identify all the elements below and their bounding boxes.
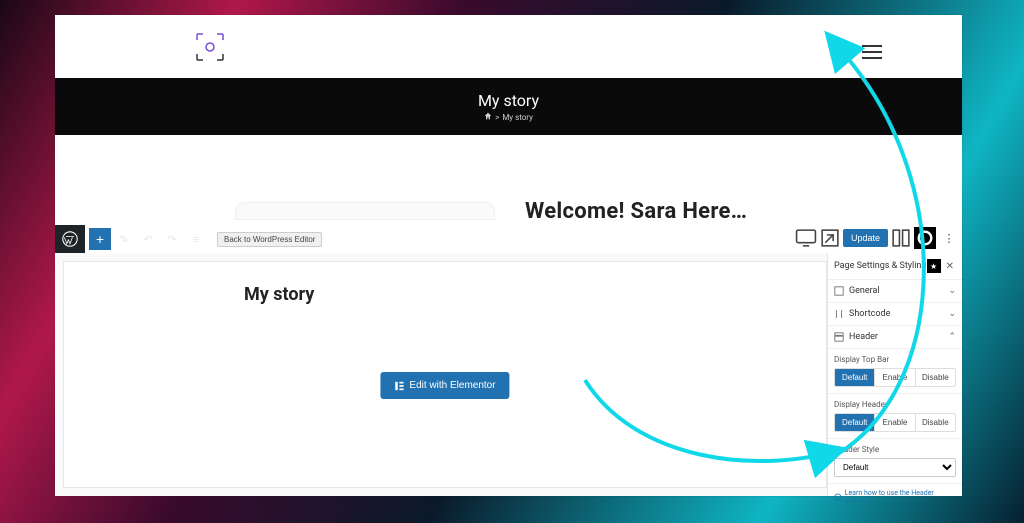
wordpress-logo-icon[interactable]	[59, 228, 81, 250]
sidebar-item-label: Shortcode	[849, 309, 890, 319]
back-to-wp-button[interactable]: Back to WordPress Editor	[217, 232, 322, 247]
undo-icon[interactable]: ↶	[137, 228, 159, 250]
chevron-down-icon: ⌄	[948, 286, 956, 296]
learn-link-label: Learn how to use the Header settings	[845, 489, 956, 505]
breadcrumb-sep: >	[495, 113, 499, 122]
editor-canvas[interactable]: My story Edit with Elementor	[63, 261, 827, 488]
editor-page-title[interactable]: My story	[244, 284, 314, 305]
editor-body: My story Edit with Elementor Page Settin…	[55, 253, 962, 496]
option-enable[interactable]: Enable	[875, 369, 915, 386]
content-block-placeholder	[235, 202, 495, 220]
more-options-icon[interactable]: ⋮	[938, 227, 960, 249]
display-header-toggle: Default Enable Disable	[834, 413, 956, 432]
editor-toolbar: + ✎ ↶ ↷ ≡ Back to WordPress Editor Updat…	[55, 225, 962, 253]
display-top-bar-toggle: Default Enable Disable	[834, 368, 956, 387]
welcome-heading: Welcome! Sara Here…	[525, 199, 747, 224]
option-disable[interactable]: Disable	[916, 369, 955, 386]
sidebar-item-label: Header	[849, 332, 878, 342]
sidebar-title: Page Settings & Styling	[834, 261, 926, 271]
chevron-down-icon: ⌄	[948, 309, 956, 319]
field-label: Display Header	[834, 400, 956, 409]
option-enable[interactable]: Enable	[875, 414, 915, 431]
star-icon[interactable]: ★	[927, 259, 941, 273]
site-logo	[195, 32, 225, 62]
app-frame: My story > My story Welcome! Sara Here… …	[55, 15, 962, 496]
list-view-icon[interactable]: ≡	[185, 228, 207, 250]
welcome-region: Welcome! Sara Here…	[55, 135, 962, 220]
close-icon[interactable]: ✕	[944, 261, 956, 272]
settings-panel-icon[interactable]	[890, 227, 912, 249]
redo-icon[interactable]: ↷	[161, 228, 183, 250]
chevron-up-icon: ⌃	[948, 332, 956, 342]
header-style-section: Header Style Default	[828, 439, 962, 484]
settings-sidebar: Page Settings & Styling ★ ✕ General ⌄ Sh…	[827, 253, 962, 496]
wp-editor: + ✎ ↶ ↷ ≡ Back to WordPress Editor Updat…	[55, 225, 962, 496]
sidebar-header: Page Settings & Styling ★ ✕	[828, 253, 962, 280]
field-label: Display Top Bar	[834, 355, 956, 364]
sidebar-item-label: General	[849, 286, 880, 296]
sidebar-item-shortcode[interactable]: Shortcode ⌄	[828, 303, 962, 326]
sidebar-item-header[interactable]: Header ⌃	[828, 326, 962, 349]
edit-icon[interactable]: ✎	[113, 228, 135, 250]
edit-with-elementor-button[interactable]: Edit with Elementor	[380, 372, 509, 399]
elementor-button-label: Edit with Elementor	[409, 380, 495, 391]
desktop-preview-icon[interactable]	[795, 227, 817, 249]
page-title: My story	[478, 91, 539, 110]
page-hero: My story > My story	[55, 78, 962, 135]
sidebar-item-general[interactable]: General ⌄	[828, 280, 962, 303]
learn-link[interactable]: Learn how to use the Header settings	[828, 484, 962, 510]
oceanwp-icon[interactable]	[914, 227, 936, 249]
external-preview-icon[interactable]	[819, 227, 841, 249]
option-disable[interactable]: Disable	[916, 414, 955, 431]
update-button[interactable]: Update	[843, 229, 888, 247]
breadcrumb: > My story	[484, 112, 533, 122]
breadcrumb-current: My story	[502, 113, 533, 122]
site-header	[55, 15, 962, 78]
add-block-button[interactable]: +	[89, 228, 111, 250]
field-label: Header Style	[834, 445, 956, 454]
hamburger-menu-icon[interactable]	[862, 45, 882, 59]
header-style-select[interactable]: Default	[834, 458, 956, 477]
option-default[interactable]: Default	[835, 414, 875, 431]
display-top-bar-section: Display Top Bar Default Enable Disable	[828, 349, 962, 394]
display-header-section: Display Header Default Enable Disable	[828, 394, 962, 439]
home-icon[interactable]	[484, 112, 492, 122]
option-default[interactable]: Default	[835, 369, 875, 386]
